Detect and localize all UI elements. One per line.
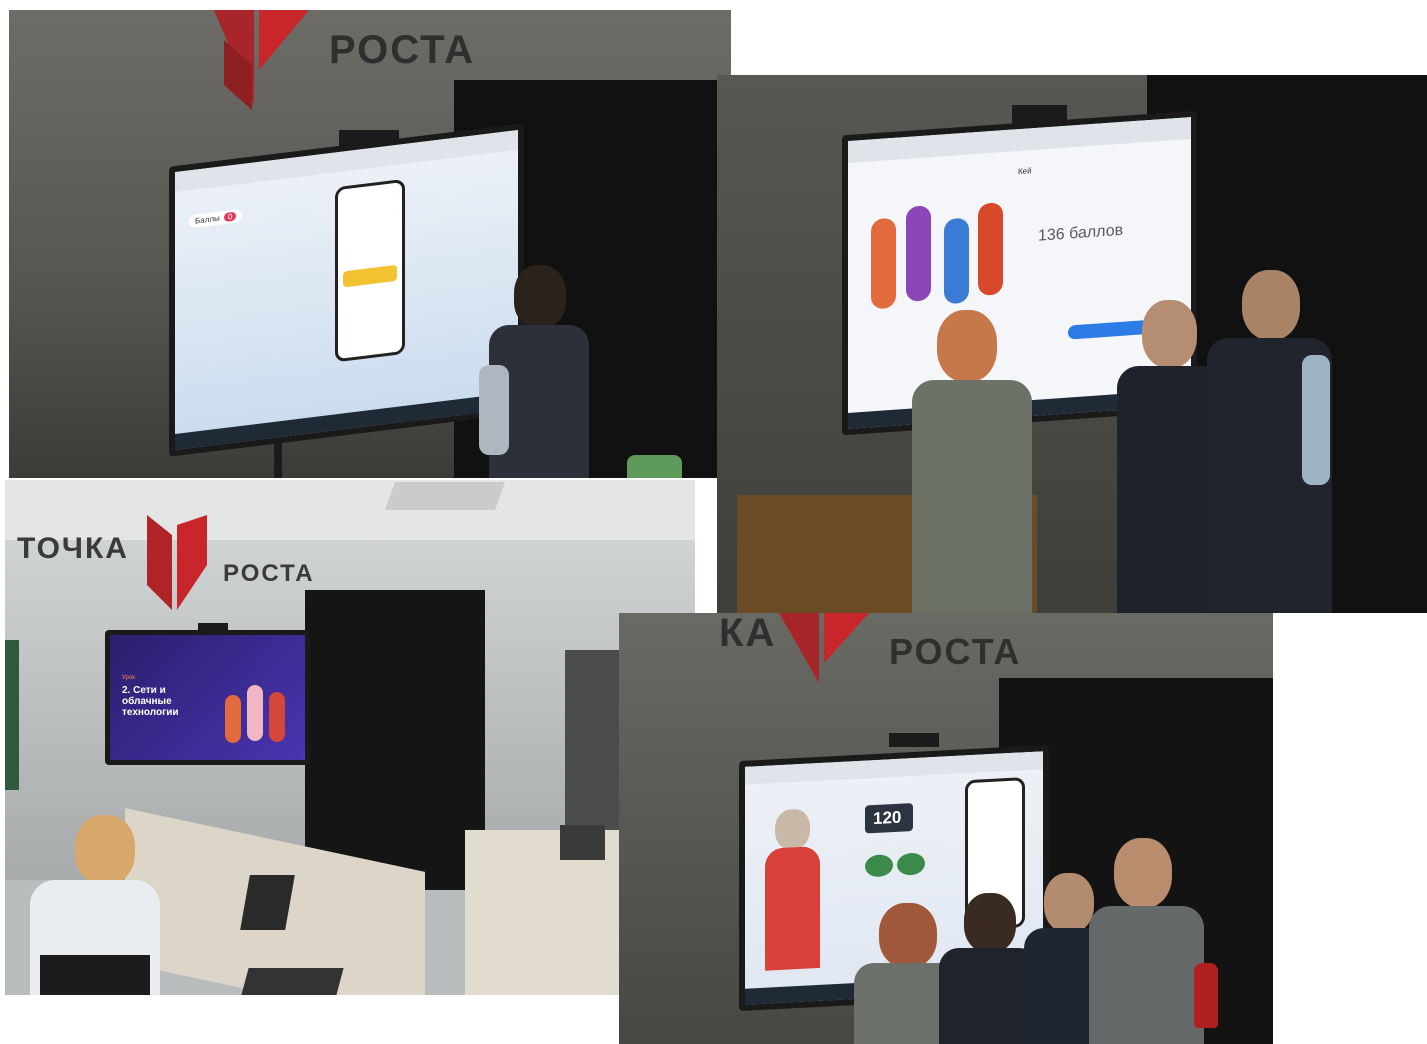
fire-extinguisher	[1194, 963, 1218, 1028]
boy-body	[912, 380, 1032, 613]
brand-logo-icon	[214, 10, 309, 110]
cartoon-grandma	[765, 808, 820, 971]
cartoon-kids-illustration	[866, 189, 1016, 329]
brand-word-right: РОСТА	[329, 28, 475, 72]
kid-2	[247, 685, 263, 741]
boy-shirt-sleeve	[479, 365, 509, 455]
kid-2	[906, 205, 931, 302]
girl-blonde	[30, 815, 170, 995]
grandma-body	[765, 845, 820, 971]
boy-head	[1142, 300, 1197, 368]
kid-3	[944, 217, 969, 305]
brand-word-right: РОСТА	[223, 560, 315, 587]
cartoon-kids-illustration	[225, 680, 300, 745]
kid-4	[978, 202, 1003, 296]
brand-word-right: РОСТА	[889, 631, 1022, 672]
kid-1	[225, 695, 241, 743]
interactive-screen: Баллы 0	[169, 123, 524, 457]
black-door-panel	[305, 590, 485, 890]
boy-sleeve	[1302, 355, 1330, 485]
lesson-tag: Урок	[122, 675, 135, 681]
brand-word-left: ТОЧКА	[17, 532, 129, 565]
brand-word-left: КА	[719, 613, 777, 655]
boy-head	[1044, 873, 1094, 933]
girl-head	[75, 815, 135, 885]
kid-3	[269, 692, 285, 742]
boy-head	[937, 310, 997, 382]
boy-head	[879, 903, 937, 968]
green-board	[5, 640, 19, 790]
photo-boy-at-screen-quiz: РОСТА Баллы 0	[9, 10, 731, 478]
brand-logo-icon	[779, 613, 869, 683]
kid-1	[871, 217, 896, 310]
brand-logo-icon	[147, 515, 207, 610]
score-label-text: Баллы	[195, 213, 220, 226]
tablet	[241, 968, 344, 995]
screen-stand	[889, 733, 939, 747]
scoreboard: 120	[865, 803, 913, 834]
photo-classroom-laptops: ТОЧКА РОСТА Урок 2. Сети и облачные техн…	[5, 480, 695, 995]
boy-head	[514, 265, 566, 327]
trash-bin	[627, 455, 682, 478]
photo-boys-celebrating-score: Кей 136 баллов	[717, 75, 1427, 613]
ceiling-vent	[384, 482, 506, 510]
counter: 120	[873, 807, 902, 829]
lesson-title: 2. Сети и облачные технологии	[122, 685, 179, 718]
laptop-2	[560, 825, 605, 860]
boy-body	[1089, 906, 1204, 1044]
boy-head	[1242, 270, 1300, 340]
score-value: 0	[224, 211, 237, 223]
boy-red-hair	[912, 310, 1037, 613]
interactive-screen: Урок 2. Сети и облачные технологии	[105, 630, 310, 765]
ceiling	[5, 480, 695, 540]
boy-vest	[1207, 270, 1332, 613]
boy-head	[964, 893, 1016, 953]
screen-header: Кей	[1018, 166, 1032, 177]
boy-head	[1114, 838, 1172, 908]
boy-smiling	[1089, 838, 1204, 1044]
grandma-head	[775, 808, 810, 851]
boy-student	[479, 265, 599, 478]
photo-boys-game-screen: КА РОСТА 120	[619, 613, 1273, 1044]
girl-skirt	[40, 955, 150, 995]
